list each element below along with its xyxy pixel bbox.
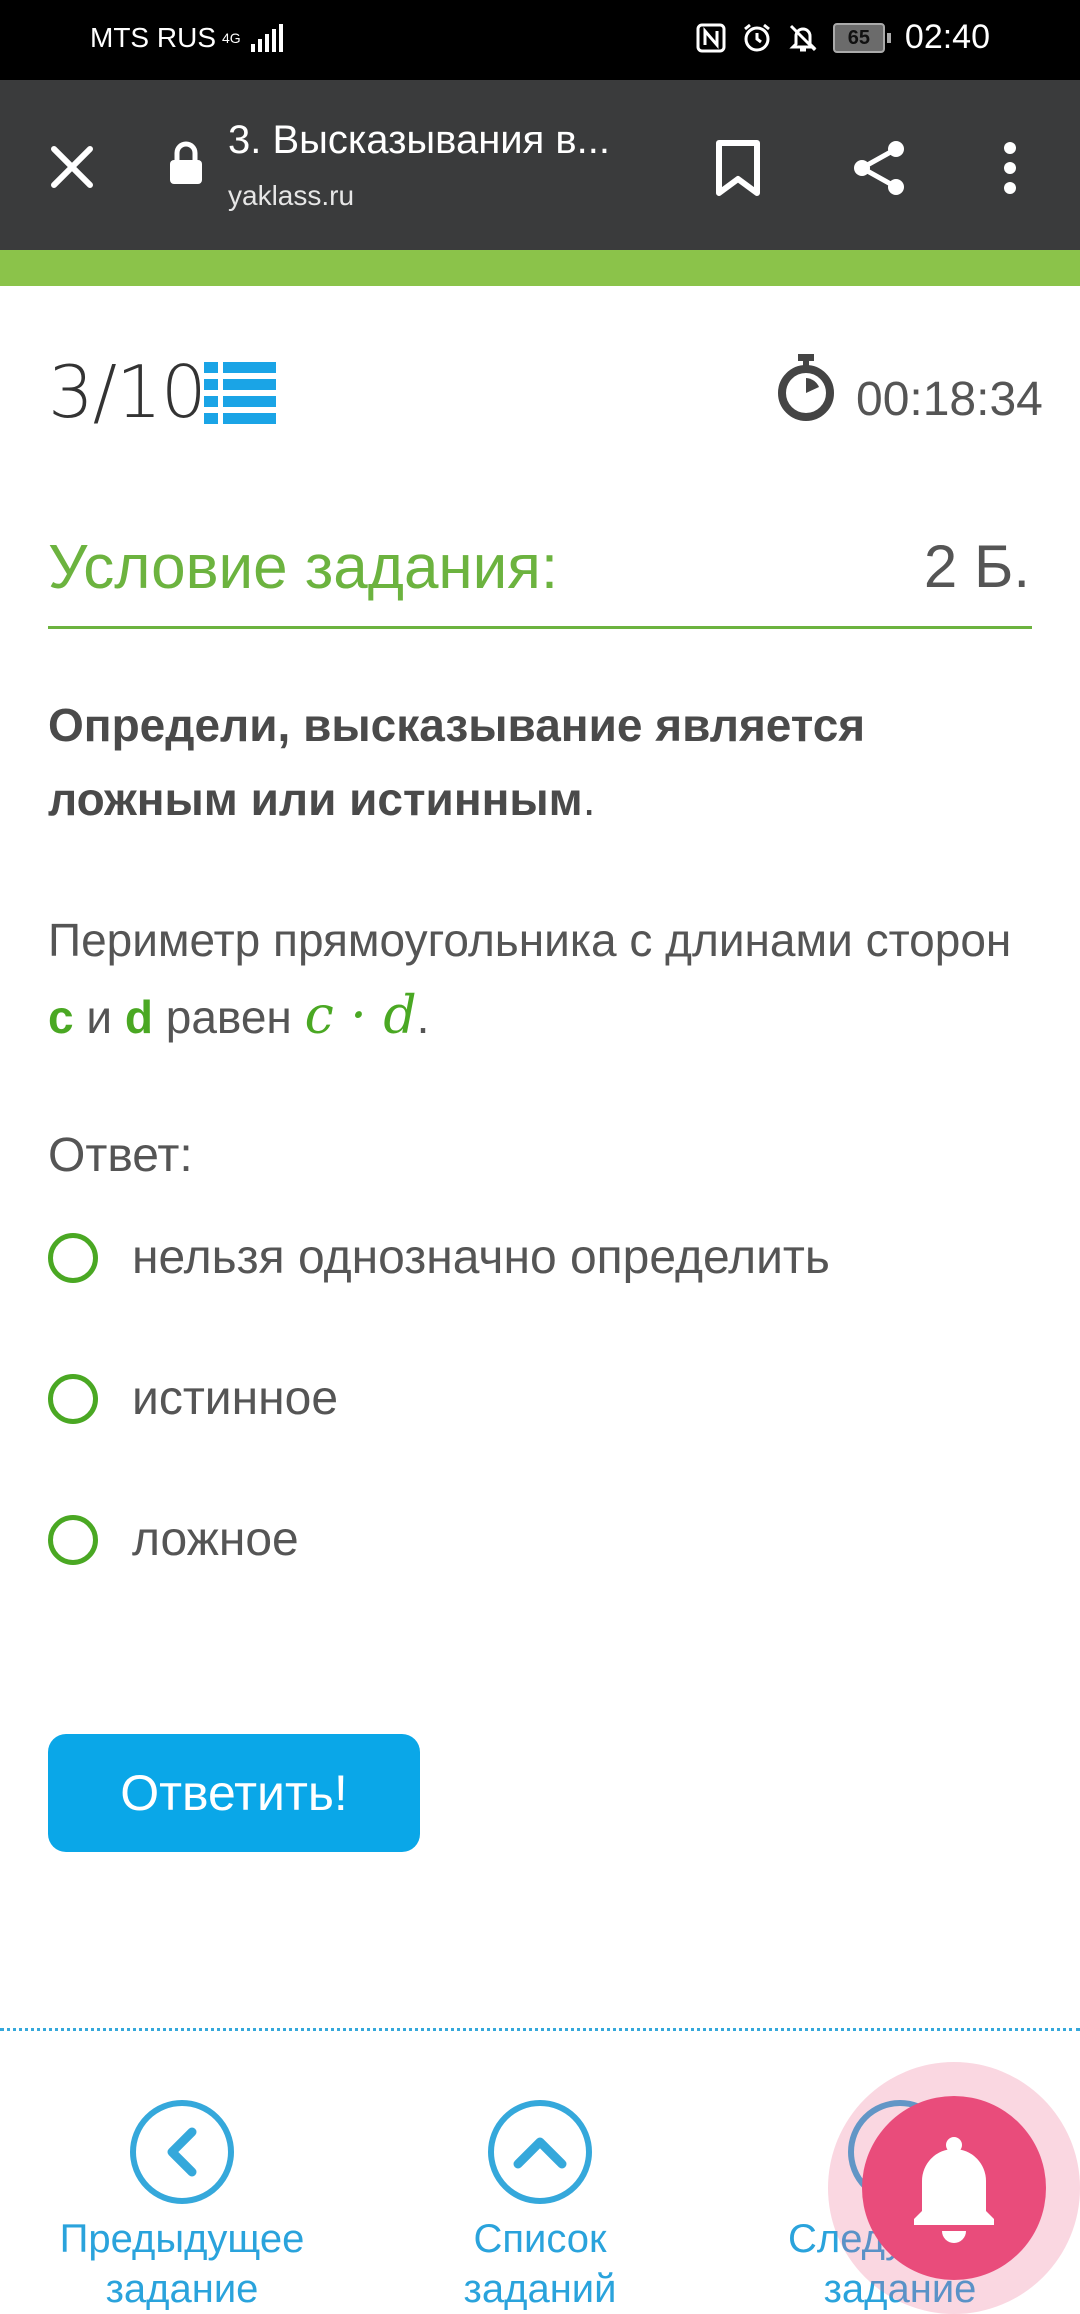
chevron-up-icon bbox=[513, 2137, 567, 2169]
statement-part2: и bbox=[73, 991, 125, 1043]
list-circle[interactable] bbox=[488, 2100, 592, 2204]
task-instruction: Определи, высказывание является ложным и… bbox=[48, 688, 1008, 836]
bookmark-icon bbox=[716, 140, 760, 196]
bell-icon bbox=[914, 2137, 994, 2243]
statement-part3: равен bbox=[152, 991, 305, 1043]
network-type: 4G bbox=[222, 30, 241, 46]
formula: c · d bbox=[304, 986, 417, 1046]
answer-option[interactable]: нельзя однозначно определить bbox=[48, 1230, 830, 1285]
browser-toolbar: 3. Высказывания в... yaklass.ru bbox=[0, 80, 1080, 250]
statement-part1: Периметр прямоугольника с длинами сторон bbox=[48, 914, 1012, 966]
share-icon bbox=[854, 141, 904, 195]
bookmark-button[interactable] bbox=[700, 130, 776, 206]
more-vertical-icon bbox=[1004, 142, 1016, 194]
option-label[interactable]: истинное bbox=[132, 1371, 338, 1426]
answer-label: Ответ: bbox=[48, 1129, 193, 1182]
prev-task-link[interactable]: Предыдущее задание bbox=[42, 2100, 322, 2314]
nfc-icon bbox=[696, 23, 726, 52]
chevron-left-icon bbox=[167, 2127, 197, 2177]
option-label[interactable]: ложное bbox=[132, 1512, 299, 1567]
progress-stripe bbox=[0, 250, 1080, 286]
prev-task-label[interactable]: Предыдущее задание bbox=[42, 2214, 322, 2314]
answer-option[interactable]: ложное bbox=[48, 1512, 299, 1567]
close-button[interactable] bbox=[40, 135, 104, 199]
instruction-text: Определи, высказывание является ложным и… bbox=[48, 699, 866, 825]
radio-button[interactable] bbox=[48, 1232, 98, 1283]
signal-icon bbox=[250, 24, 283, 52]
stopwatch-icon bbox=[778, 354, 834, 421]
carrier-label: MTS RUS bbox=[90, 22, 216, 53]
task-list-icon[interactable] bbox=[204, 360, 276, 426]
page-title[interactable]: 3. Высказывания в... bbox=[228, 118, 610, 163]
variable-c: c bbox=[48, 991, 74, 1043]
prev-circle[interactable] bbox=[130, 2100, 234, 2204]
page-url[interactable]: yaklass.ru bbox=[228, 180, 354, 212]
close-icon bbox=[51, 146, 93, 188]
task-progress: 3/10 bbox=[48, 350, 207, 434]
radio-button[interactable] bbox=[48, 1373, 98, 1424]
answer-option[interactable]: истинное bbox=[48, 1371, 338, 1426]
section-divider bbox=[48, 626, 1032, 629]
variable-d: d bbox=[124, 991, 153, 1043]
submit-button[interactable]: Ответить! bbox=[48, 1734, 420, 1852]
alarm-icon bbox=[743, 23, 770, 51]
status-left: MTS RUS 4G bbox=[90, 22, 283, 54]
timer: 00:18:34 bbox=[856, 373, 1043, 426]
clock: 02:40 bbox=[904, 18, 990, 56]
instruction-end: . bbox=[582, 773, 596, 825]
notifications-button[interactable] bbox=[862, 2096, 1046, 2280]
battery-icon: 65 bbox=[832, 22, 891, 53]
status-bar: MTS RUS 4G 65 02:40 bbox=[0, 0, 1080, 80]
dotted-divider bbox=[0, 2028, 1080, 2031]
option-label[interactable]: нельзя однозначно определить bbox=[132, 1230, 830, 1285]
more-options-button[interactable] bbox=[972, 130, 1048, 206]
lock-icon bbox=[170, 141, 202, 184]
task-points: 2 Б. bbox=[923, 533, 1030, 600]
statement-end: . bbox=[416, 991, 430, 1043]
radio-button[interactable] bbox=[48, 1514, 98, 1565]
task-list-label[interactable]: Список заданий bbox=[400, 2214, 680, 2314]
section-title: Условие задания: bbox=[48, 533, 559, 602]
status-right: 65 02:40 bbox=[695, 18, 990, 57]
task-list-link[interactable]: Список заданий bbox=[400, 2100, 680, 2314]
mute-bell-icon bbox=[789, 24, 817, 51]
share-button[interactable] bbox=[842, 130, 918, 206]
battery-level: 65 bbox=[832, 22, 885, 53]
task-statement: Периметр прямоугольника с длинами сторон… bbox=[48, 902, 1028, 1055]
